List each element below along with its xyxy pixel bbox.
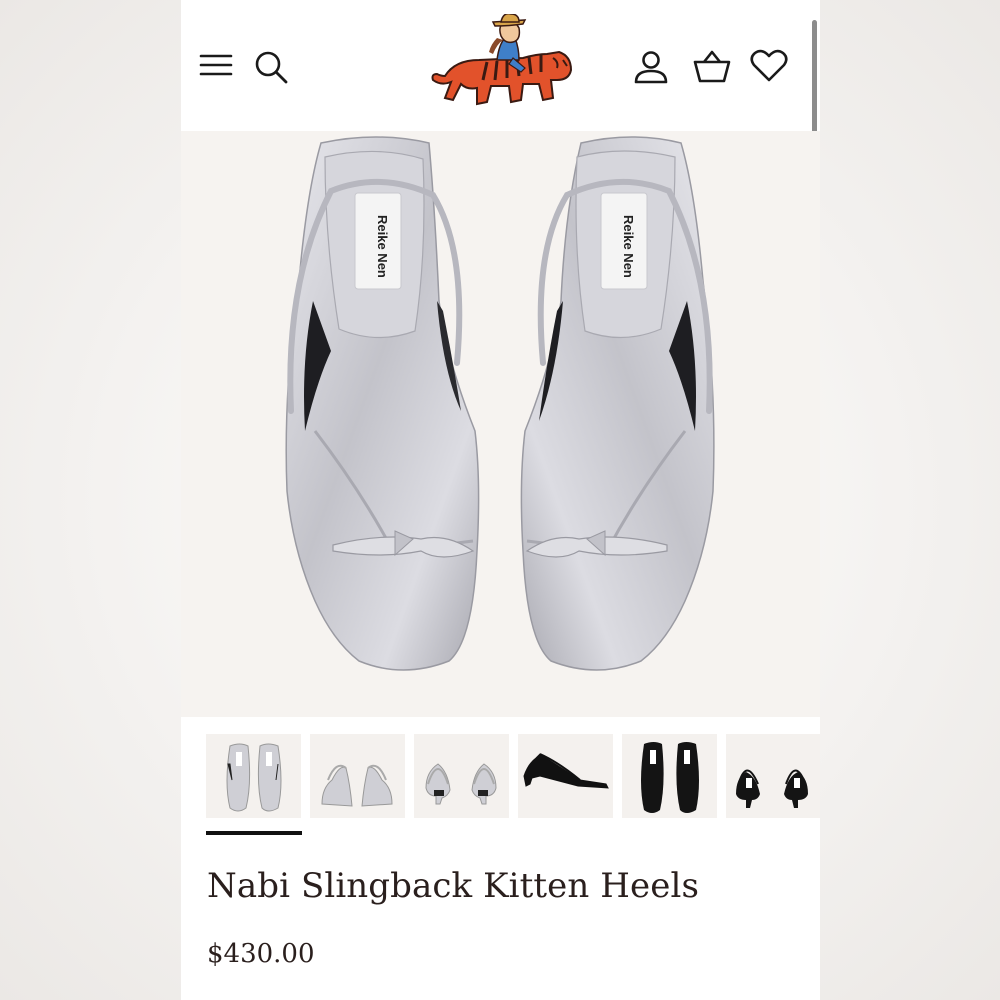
thumbnail-5[interactable] xyxy=(622,734,717,818)
selected-thumbnail-indicator xyxy=(206,831,302,835)
thumbnail-1[interactable] xyxy=(206,734,301,818)
product-main-image[interactable]: Reike Nen Reike Nen xyxy=(181,131,820,717)
heart-icon[interactable] xyxy=(750,49,788,83)
thumbnail-3[interactable] xyxy=(414,734,509,818)
thumbnail-4[interactable] xyxy=(518,734,613,818)
site-header xyxy=(181,0,820,131)
menu-icon[interactable] xyxy=(199,51,233,79)
cart-icon[interactable] xyxy=(693,50,731,84)
left-sandal: Reike Nen xyxy=(285,136,480,671)
product-title: Nabi Slingback Kitten Heels xyxy=(207,866,699,906)
search-icon[interactable] xyxy=(253,49,289,85)
tiger-rider-logo[interactable] xyxy=(427,12,577,119)
phone-screen: Reike Nen Reike Nen Nabi Slingback Kitte… xyxy=(181,0,820,1000)
account-icon[interactable] xyxy=(633,49,669,85)
right-sandal: Reike Nen xyxy=(520,136,715,671)
thumbnail-strip xyxy=(181,717,820,837)
product-price: $430.00 xyxy=(207,939,315,969)
thumbnail-2[interactable] xyxy=(310,734,405,818)
insole-label-right: Reike Nen xyxy=(621,215,636,278)
insole-label-left: Reike Nen xyxy=(375,215,390,278)
thumbnail-6[interactable] xyxy=(726,734,820,818)
